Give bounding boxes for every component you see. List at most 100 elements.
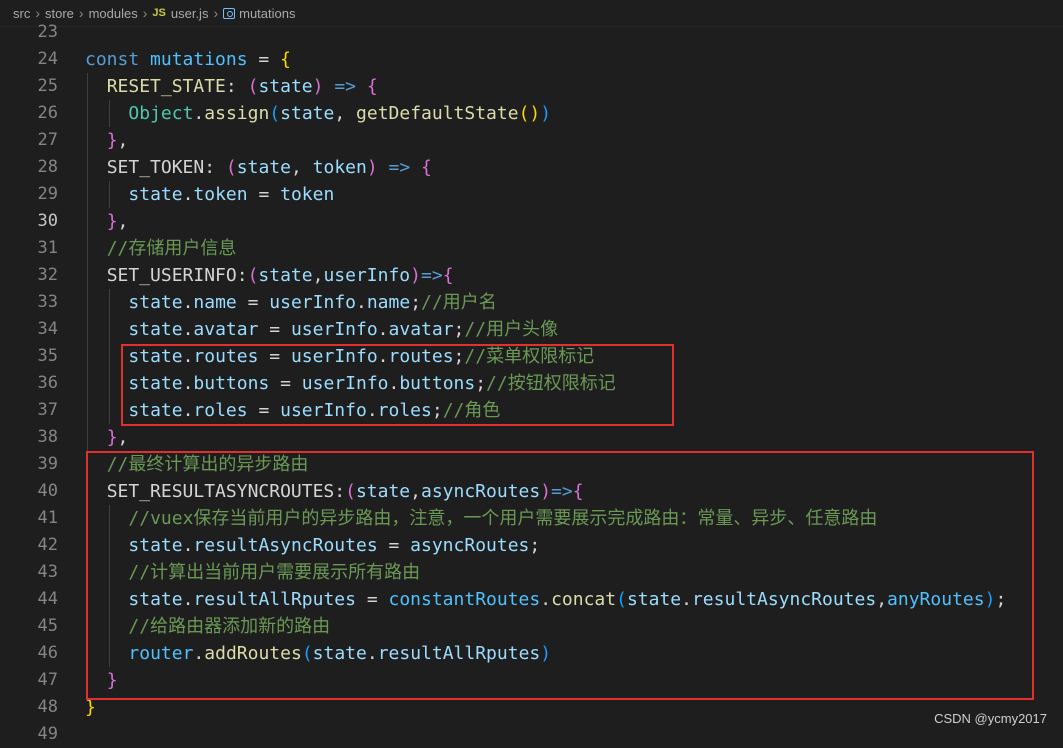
code-token: { xyxy=(572,481,584,502)
code-token: addRoutes xyxy=(204,643,302,664)
code-line[interactable]: 37 state.roles = userInfo.roles;//角色 xyxy=(0,397,1063,424)
code-token: state xyxy=(312,643,367,664)
code-token: } xyxy=(106,427,118,448)
code-line[interactable]: 33 state.name = userInfo.name;//用户名 xyxy=(0,289,1063,316)
watermark: CSDN @ycmy2017 xyxy=(934,711,1047,726)
code-line[interactable]: 30}, xyxy=(0,208,1063,235)
code-line[interactable]: 24 const mutations = { xyxy=(0,46,1063,73)
line-number: 43 xyxy=(37,562,58,582)
indent-guide xyxy=(87,667,88,694)
code-token: assign xyxy=(204,103,270,124)
indent-guide xyxy=(108,100,110,127)
code-token: userInfo xyxy=(280,400,367,421)
code-line[interactable]: 45 //给路由器添加新的路由 xyxy=(0,613,1063,640)
code-line[interactable]: 35 state.routes = userInfo.routes;//菜单权限标… xyxy=(0,343,1063,370)
code-token: state xyxy=(128,535,183,556)
code-token: buttons xyxy=(193,373,270,394)
code-line[interactable]: 36 state.buttons = userInfo.buttons;//按钮权… xyxy=(0,370,1063,397)
code-line[interactable]: 44 state.resultAllRputes = constantRoutes… xyxy=(0,586,1063,613)
code-token: resultAllRputes xyxy=(377,643,541,664)
code-token: , xyxy=(312,265,324,286)
code-text: }, xyxy=(107,127,129,154)
code-token: . xyxy=(182,184,194,205)
code-token: name xyxy=(193,292,237,313)
code-token: Object xyxy=(128,103,194,124)
code-token: , xyxy=(334,103,357,124)
code-line[interactable]: 41 //vuex保存当前用户的异步路由，注意，一个用户需要展示完成路由：常量、异… xyxy=(0,505,1063,532)
code-token: routes xyxy=(193,346,259,367)
indent-guide xyxy=(108,640,110,667)
code-token: state xyxy=(128,184,183,205)
code-text: //最终计算出的异步路由 xyxy=(107,451,309,478)
code-line[interactable]: 38}, xyxy=(0,424,1063,451)
code-token: . xyxy=(540,589,552,610)
code-token: ; xyxy=(410,292,422,313)
symbol-variable-icon xyxy=(223,7,236,19)
code-token: => xyxy=(551,481,573,502)
code-text: //vuex保存当前用户的异步路由，注意，一个用户需要展示完成路由：常量、异步、… xyxy=(128,505,877,532)
code-line[interactable]: 42 state.resultAsyncRoutes = asyncRoutes; xyxy=(0,532,1063,559)
code-line[interactable]: 23 xyxy=(0,19,1063,46)
code-text: //计算出当前用户需要展示所有路由 xyxy=(128,559,420,586)
code-line[interactable]: 28 SET_TOKEN: (state, token) => { xyxy=(0,154,1063,181)
code-token: //存储用户信息 xyxy=(106,238,237,259)
indent-guide xyxy=(108,181,110,208)
code-token: ( xyxy=(247,76,259,97)
code-token: => xyxy=(388,157,411,178)
code-token: , xyxy=(876,589,888,610)
code-line[interactable]: 25 RESET_STATE: (state) => { xyxy=(0,73,1063,100)
code-token: : xyxy=(236,265,248,286)
code-line[interactable]: 43 //计算出当前用户需要展示所有路由 xyxy=(0,559,1063,586)
line-number: 39 xyxy=(37,454,58,474)
indent-guide xyxy=(87,262,88,289)
indent-guide xyxy=(108,370,110,397)
line-number: 46 xyxy=(37,643,58,663)
line-number: 40 xyxy=(37,481,58,501)
code-token: = xyxy=(355,589,389,610)
code-token: ) xyxy=(540,103,552,124)
indent-guide xyxy=(87,505,88,532)
code-text: state.token = token xyxy=(128,181,334,208)
code-line[interactable]: 34 state.avatar = userInfo.avatar;//用户头像 xyxy=(0,316,1063,343)
code-token: ( xyxy=(345,481,356,502)
code-line[interactable]: 40 SET_RESULTASYNCROUTES:(state,asyncRout… xyxy=(0,478,1063,505)
line-number: 24 xyxy=(37,49,58,69)
code-token: state xyxy=(280,103,335,124)
code-token: : xyxy=(334,481,346,502)
code-editor[interactable]: 23 24 const mutations = {25 RESET_STATE: (s… xyxy=(0,19,1063,748)
line-number: 25 xyxy=(37,76,58,96)
code-token: } xyxy=(106,211,118,232)
code-text: state.routes = userInfo.routes;//菜单权限标记 xyxy=(128,343,594,370)
code-token: token xyxy=(193,184,248,205)
line-number: 28 xyxy=(37,157,58,177)
line-number: 47 xyxy=(37,670,58,690)
code-line[interactable]: 29 state.token = token xyxy=(0,181,1063,208)
line-number: 37 xyxy=(37,400,58,420)
code-token: ; xyxy=(529,535,541,556)
code-line[interactable]: 31 //存储用户信息 xyxy=(0,235,1063,262)
line-number: 41 xyxy=(37,508,58,528)
code-token: ; xyxy=(431,400,443,421)
code-line[interactable]: 47} xyxy=(0,667,1063,694)
code-token: = xyxy=(236,292,270,313)
code-token: = xyxy=(377,535,411,556)
code-line[interactable]: 48} xyxy=(0,694,1063,721)
code-line[interactable]: 39 //最终计算出的异步路由 xyxy=(0,451,1063,478)
line-number: 26 xyxy=(37,103,58,123)
code-line[interactable]: 27}, xyxy=(0,127,1063,154)
code-token: router xyxy=(128,643,194,664)
indent-guide xyxy=(87,559,88,586)
code-token: ; xyxy=(475,373,487,394)
code-token: , xyxy=(117,427,129,448)
code-token: () xyxy=(518,103,541,124)
code-token: anyRoutes xyxy=(887,589,985,610)
code-token: . xyxy=(182,400,194,421)
code-token: //用户头像 xyxy=(464,319,559,340)
code-line[interactable]: 46 router.addRoutes(state.resultAllRputes… xyxy=(0,640,1063,667)
code-line[interactable]: 26 Object.assign(state, getDefaultState()… xyxy=(0,100,1063,127)
line-number: 32 xyxy=(37,265,58,285)
code-line[interactable]: 32 SET_USERINFO:(state,userInfo)=>{ xyxy=(0,262,1063,289)
code-token: resultAsyncRoutes xyxy=(691,589,877,610)
